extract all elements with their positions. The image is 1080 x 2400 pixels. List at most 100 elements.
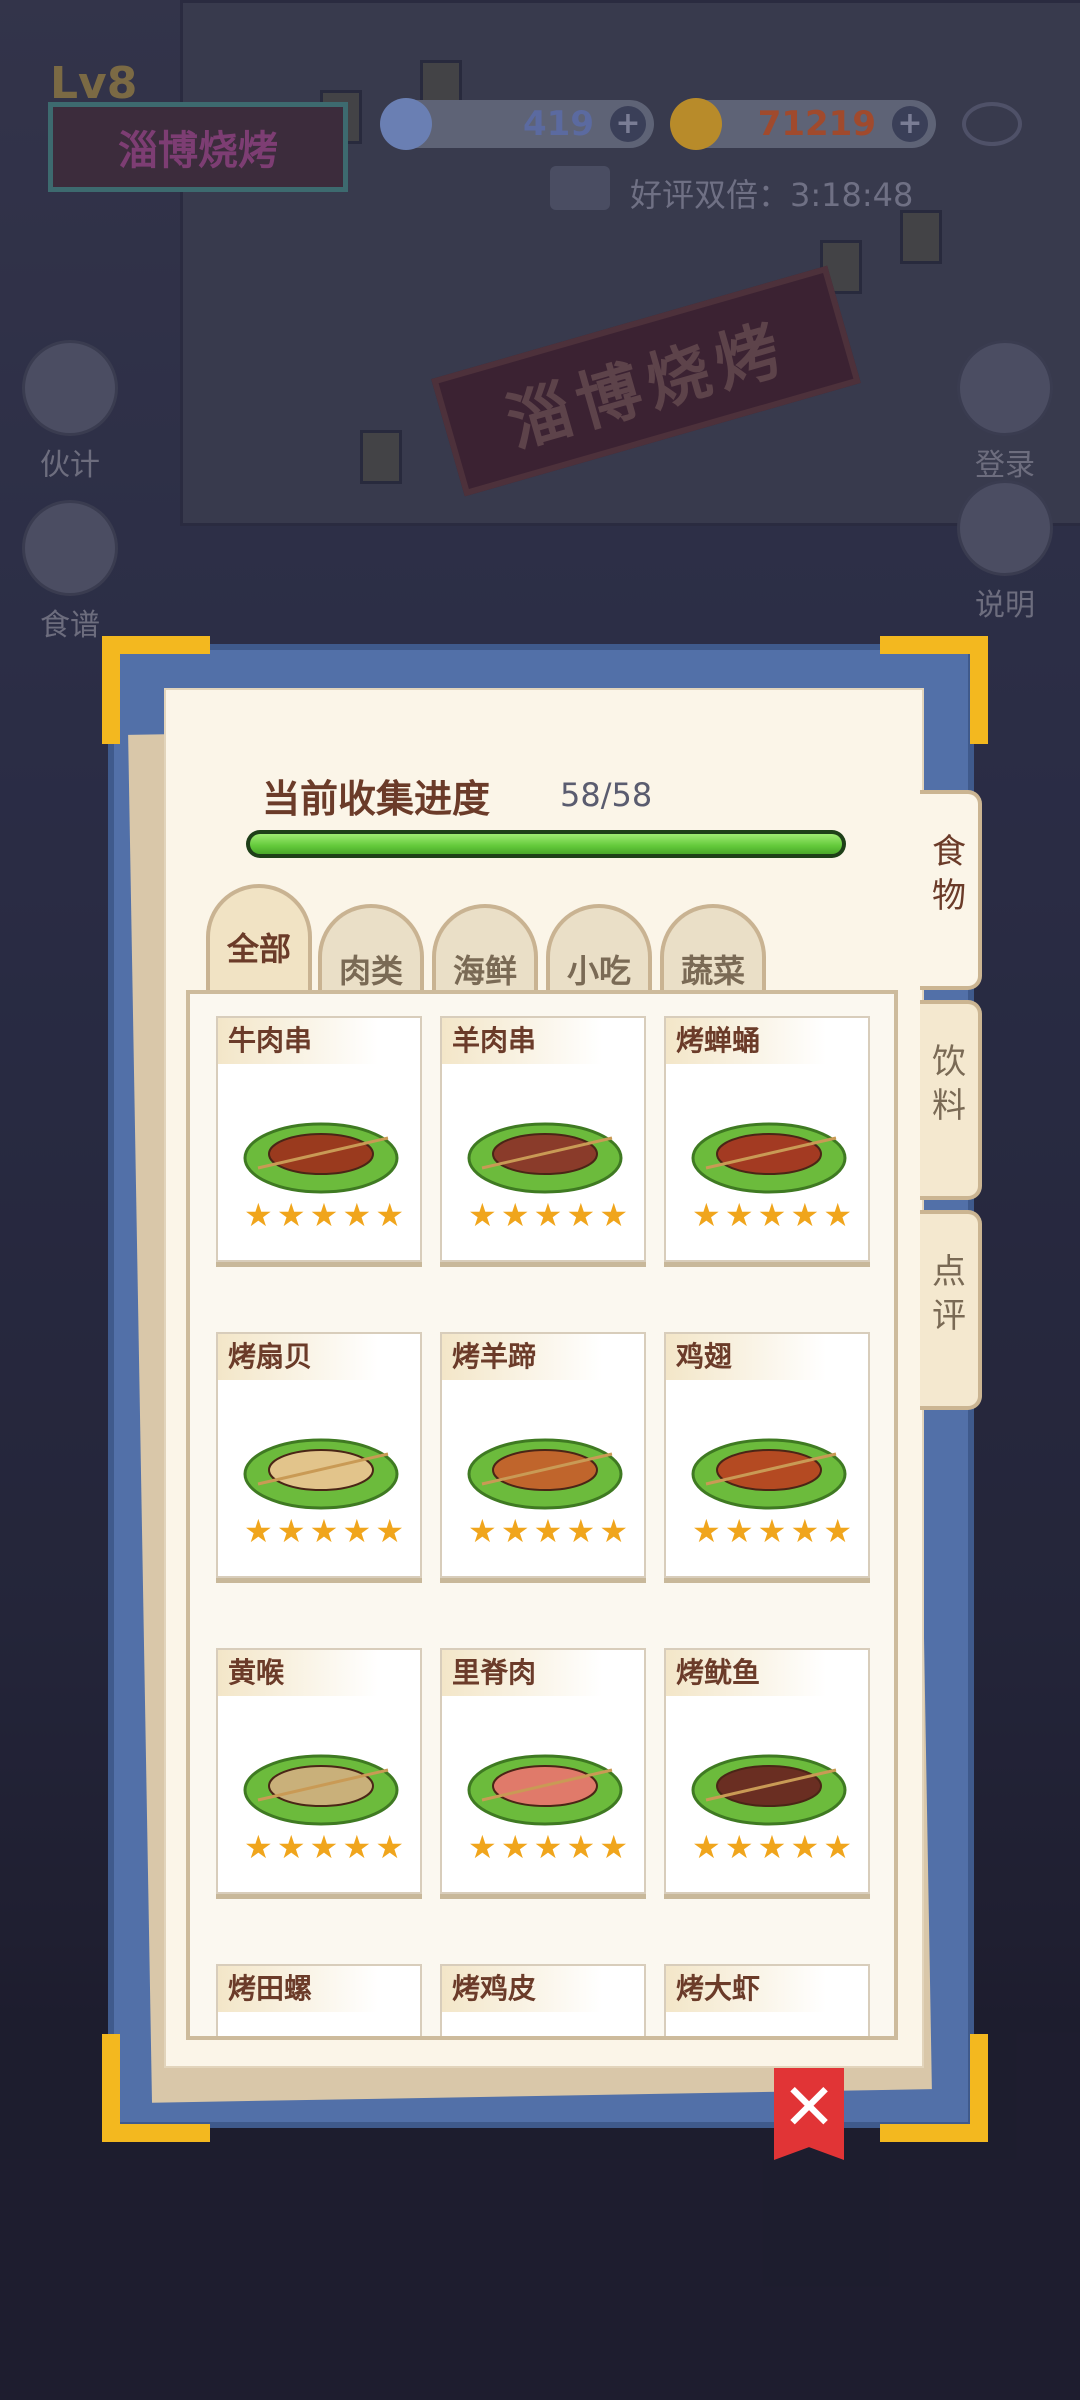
food-name: 烤大虾 [666,1966,826,2012]
star-rating: ★ ★ ★ ★ ★ [692,1830,852,1864]
star-icon: ★ [757,1196,787,1234]
star-rating: ★ ★ ★ ★ ★ [692,1198,852,1232]
side-tab-reviews[interactable]: 点评 [920,1210,982,1410]
close-button[interactable]: ✕ [774,2068,844,2160]
star-icon: ★ [533,1196,563,1234]
food-name: 烤扇贝 [218,1334,378,1380]
food-card[interactable]: 烤大虾★★★★★ [664,1964,870,2036]
collection-grid[interactable]: 牛肉串 ★ ★ ★ ★ ★ 羊肉串 ★ ★ ★ ★ ★ 烤蝉蛹 ★ ★ ★ ★ ★ 烤扇贝 ★ ★ ★ ★ ★ 烤羊蹄 ★ ★ ★ ★ ★… [186,990,898,2040]
food-name: 烤羊蹄 [442,1334,602,1380]
star-rating: ★ ★ ★ ★ ★ [244,1830,404,1864]
side-btn-staff[interactable]: 伙计 [20,340,120,484]
chicken-wing-icon [691,1438,847,1510]
aorta-icon [243,1754,399,1826]
book-icon [957,480,1053,576]
star-icon: ★ [692,1512,721,1550]
star-icon: ★ [309,1196,339,1234]
star-icon: ★ [276,1196,306,1234]
side-btn-guide[interactable]: 说明 [955,480,1055,624]
tab-meat[interactable]: 肉类 [318,904,424,1004]
food-card[interactable]: 烤鸡皮★★★★★ [440,1964,646,2036]
star-icon: ★ [375,1512,404,1550]
tab-vegetables[interactable]: 蔬菜 [660,904,766,1004]
star-icon: ★ [790,1196,820,1234]
star-icon: ★ [823,1828,852,1866]
star-icon: ★ [790,1828,820,1866]
recipe-icon [22,500,118,596]
gem-counter[interactable]: 419 + [380,98,654,150]
food-card[interactable]: 烤鱿鱼 ★ ★ ★ ★ ★ [664,1648,870,1894]
food-name: 羊肉串 [442,1018,602,1064]
star-icon: ★ [500,1828,530,1866]
star-icon: ★ [790,1512,820,1550]
side-tab-food[interactable]: 食物 [920,790,982,990]
star-icon: ★ [724,1196,754,1234]
tab-all[interactable]: 全部 [206,884,312,1004]
chef-icon [22,340,118,436]
food-card[interactable]: 烤田螺★★★★★ [216,1964,422,2036]
coin-counter[interactable]: 71219 + [670,98,936,150]
star-icon: ★ [342,1828,372,1866]
lamb-trotter-icon [467,1438,623,1510]
beef-skewer-icon [243,1122,399,1194]
food-card[interactable]: 黄喉 ★ ★ ★ ★ ★ [216,1648,422,1894]
star-icon: ★ [724,1828,754,1866]
shop-name-plate[interactable]: 淄博烧烤 [48,102,348,192]
star-icon: ★ [757,1512,787,1550]
food-card[interactable]: 鸡翅 ★ ★ ★ ★ ★ [664,1332,870,1578]
star-icon: ★ [468,1196,497,1234]
double-review-timer[interactable]: 好评双倍：3:18:48 [630,170,913,216]
progress-fill [250,834,842,854]
food-name: 烤鸡皮 [442,1966,602,2012]
star-icon: ★ [342,1512,372,1550]
food-card[interactable]: 烤羊蹄 ★ ★ ★ ★ ★ [440,1332,646,1578]
food-name: 黄喉 [218,1650,378,1696]
star-icon: ★ [599,1512,628,1550]
food-name: 烤鱿鱼 [666,1650,826,1696]
star-icon: ★ [533,1828,563,1866]
food-name: 里脊肉 [442,1650,602,1696]
star-icon: ★ [309,1512,339,1550]
star-rating: ★ ★ ★ ★ ★ [468,1830,628,1864]
side-btn-login[interactable]: 登录 [955,340,1055,484]
star-icon: ★ [468,1828,497,1866]
star-rating: ★ ★ ★ ★ ★ [244,1198,404,1232]
star-rating: ★ ★ ★ ★ ★ [692,1514,852,1548]
star-icon: ★ [276,1512,306,1550]
add-coins-icon[interactable]: + [892,106,928,142]
food-card[interactable]: 羊肉串 ★ ★ ★ ★ ★ [440,1016,646,1262]
star-icon: ★ [342,1196,372,1234]
star-icon: ★ [276,1828,306,1866]
hud: Lv8 淄博烧烤 419 + 71219 + 好评双倍：3:18:48 [0,0,1080,220]
star-icon: ★ [823,1512,852,1550]
tab-snacks[interactable]: 小吃 [546,904,652,1004]
star-icon: ★ [692,1828,721,1866]
side-btn-recipes[interactable]: 食谱 [20,500,120,644]
star-icon: ★ [533,1512,563,1550]
star-icon: ★ [468,1512,497,1550]
video-ad-icon[interactable] [550,166,610,210]
tab-seafood[interactable]: 海鲜 [432,904,538,1004]
food-card[interactable]: 烤扇贝 ★ ★ ★ ★ ★ [216,1332,422,1578]
food-card[interactable]: 牛肉串 ★ ★ ★ ★ ★ [216,1016,422,1262]
star-icon: ★ [566,1828,596,1866]
star-rating: ★ ★ ★ ★ ★ [244,1514,404,1548]
star-icon: ★ [244,1196,273,1234]
scallop-icon [243,1438,399,1510]
food-card[interactable]: 里脊肉 ★ ★ ★ ★ ★ [440,1648,646,1894]
cicada-pupa-icon [691,1122,847,1194]
star-icon: ★ [599,1196,628,1234]
side-tab-drinks[interactable]: 饮料 [920,1000,982,1200]
food-name: 牛肉串 [218,1018,378,1064]
star-icon: ★ [500,1512,530,1550]
food-card[interactable]: 烤蝉蛹 ★ ★ ★ ★ ★ [664,1016,870,1262]
eye-icon[interactable] [962,102,1022,146]
star-icon: ★ [823,1196,852,1234]
star-icon: ★ [244,1828,273,1866]
add-gems-icon[interactable]: + [610,106,646,142]
tenderloin-icon [467,1754,623,1826]
star-icon: ★ [566,1512,596,1550]
star-icon: ★ [599,1828,628,1866]
food-name: 鸡翅 [666,1334,826,1380]
star-icon: ★ [757,1828,787,1866]
